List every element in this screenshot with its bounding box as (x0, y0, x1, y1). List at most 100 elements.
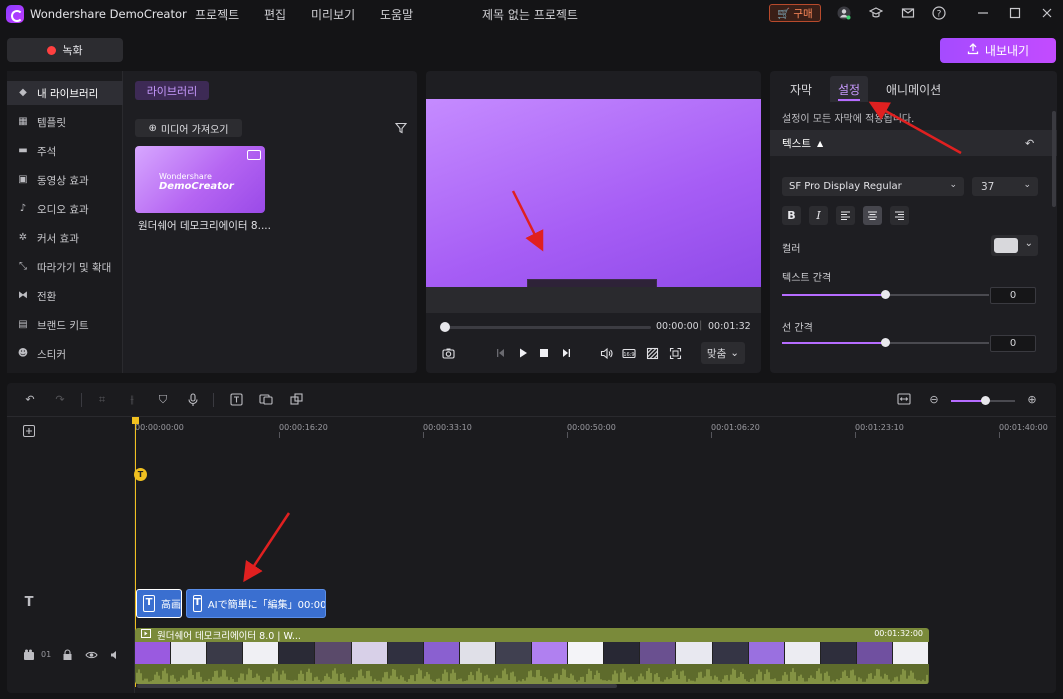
color-swatch (994, 238, 1018, 253)
menu-project[interactable]: 프로젝트 (195, 6, 239, 23)
letter-spacing-handle[interactable] (881, 290, 890, 299)
text-clip-icon: T (193, 595, 202, 612)
redo-icon[interactable]: ↷ (53, 393, 67, 407)
timeline-marker[interactable]: T (134, 468, 147, 481)
reset-icon[interactable]: ↶ (1025, 137, 1037, 150)
timeline-scrollbar[interactable] (137, 684, 617, 688)
video-clip[interactable]: 원더쉐어 데모크리에이터 8.0 | W... 00:01:32:00 (135, 628, 929, 684)
seek-bar[interactable] (444, 326, 651, 329)
time-total: 00:01:32 (708, 321, 751, 332)
sidebar-item-transitions[interactable]: ⧓ 전환 (7, 284, 123, 308)
sidebar-item-templates[interactable]: ▦ 템플릿 (7, 110, 123, 134)
tab-subtitles[interactable]: 자막 (790, 81, 812, 98)
add-track-icon[interactable] (23, 425, 35, 437)
play-icon[interactable] (516, 347, 530, 361)
sidebar-item-annotations[interactable]: ▬ 주석 (7, 139, 123, 163)
preview-letterbox (426, 287, 761, 313)
sidebar-item-audio-effects[interactable]: ♪ 오디오 효과 (7, 197, 123, 221)
line-spacing-handle[interactable] (881, 338, 890, 347)
align-center-button[interactable] (863, 206, 882, 225)
menu-edit[interactable]: 편집 (264, 6, 286, 23)
buy-button[interactable]: 🛒 구매 (769, 4, 821, 22)
mail-icon[interactable] (901, 6, 915, 20)
quality-icon[interactable] (645, 347, 659, 361)
text-clip-label: AIで簡単に「編集」00:00 (207, 600, 326, 611)
record-label: 녹화 (62, 44, 83, 57)
plus-circle-icon: ⊕ (148, 122, 157, 134)
text-section-header[interactable]: 텍스트 ▲ ↶ (770, 130, 1057, 156)
text-tool-icon[interactable] (229, 393, 243, 407)
align-left-button[interactable] (836, 206, 855, 225)
crop-icon[interactable]: ⌗ (95, 393, 109, 407)
text-clip[interactable]: T AIで簡単に「編集」00:00 (186, 589, 326, 618)
marker-icon[interactable]: ⛉ (156, 393, 170, 407)
mute-icon[interactable] (109, 649, 121, 661)
caption-tool-icon[interactable] (259, 393, 273, 407)
letter-spacing-input[interactable]: 0 (990, 287, 1036, 304)
cursor-effect-icon: ✲ (18, 232, 28, 243)
caret-up-icon: ▲ (816, 138, 824, 148)
font-size-dropdown[interactable]: 37 ⌄ (972, 177, 1038, 196)
text-clip-icon: T (143, 595, 155, 612)
stop-icon[interactable] (537, 347, 551, 361)
properties-scrollbar[interactable] (1052, 111, 1056, 207)
seek-handle[interactable] (440, 322, 450, 332)
sidebar-item-stickers[interactable]: ☻ 스티커 (7, 342, 123, 366)
filter-icon[interactable] (394, 122, 408, 134)
import-media-button[interactable]: ⊕ 미디어 가져오기 (135, 119, 242, 137)
preview-canvas[interactable]: 高画質に「録画」 (426, 99, 761, 311)
tab-animation[interactable]: 애니메이션 (886, 81, 941, 98)
microphone-icon[interactable] (186, 393, 200, 407)
lock-icon[interactable] (61, 649, 73, 661)
menu-preview[interactable]: 미리보기 (311, 6, 355, 23)
align-right-button[interactable] (890, 206, 909, 225)
italic-button[interactable]: I (809, 206, 828, 225)
fit-timeline-icon[interactable] (897, 393, 911, 407)
zoom-in-icon[interactable]: ⊕ (1025, 393, 1039, 407)
media-thumbnail[interactable]: Wondershare DemoCreator (135, 146, 265, 213)
group-icon[interactable] (290, 393, 304, 407)
text-clip-label: 高画 (161, 600, 181, 611)
export-button[interactable]: 내보내기 (940, 38, 1056, 63)
timeline-ruler[interactable]: 00:00:00:00 00:00:16:20 00:00:33:10 00:0… (135, 417, 1056, 439)
sidebar-item-brand-kit[interactable]: ▤ 브랜드 키트 (7, 313, 123, 337)
aspect-ratio-icon[interactable]: 16:9 (622, 347, 636, 361)
minimize-icon[interactable] (976, 6, 990, 20)
text-clip[interactable]: T 高画 (136, 589, 182, 618)
sidebar-item-label: 스티커 (37, 348, 66, 361)
fit-dropdown[interactable]: 맞춤 ⌄ (701, 342, 745, 364)
next-frame-icon[interactable] (559, 347, 573, 361)
sidebar-item-cursor-effects[interactable]: ✲ 커서 효과 (7, 226, 123, 250)
sidebar-item-zoom-follow[interactable]: ⤡ 따라가기 및 확대 (7, 255, 123, 279)
bold-button[interactable]: B (782, 206, 801, 225)
sidebar-item-video-effects[interactable]: ▣ 동영상 효과 (7, 168, 123, 192)
undo-icon[interactable]: ↶ (23, 393, 37, 407)
menu-help[interactable]: 도움말 (380, 6, 413, 23)
close-icon[interactable] (1040, 6, 1054, 20)
tutorial-icon[interactable] (868, 6, 884, 20)
maximize-icon[interactable] (1008, 6, 1022, 20)
help-icon[interactable]: ? (932, 6, 946, 20)
ruler-label: 00:01:23:10 (855, 423, 904, 432)
color-picker[interactable]: ⌄ (991, 235, 1038, 256)
playhead-handle[interactable] (132, 417, 139, 424)
prev-frame-icon[interactable] (494, 347, 508, 361)
font-family-dropdown[interactable]: SF Pro Display Regular ⌄ (782, 177, 964, 196)
volume-icon[interactable] (599, 347, 613, 361)
library-tab[interactable]: 라이브러리 (135, 81, 209, 100)
properties-panel: 자막 설정 애니메이션 설정이 모든 자막에 적용됩니다. 텍스트 ▲ ↶ SF… (770, 71, 1057, 373)
eye-icon[interactable] (85, 649, 98, 661)
fullscreen-icon[interactable] (668, 347, 682, 361)
account-icon[interactable] (837, 6, 851, 20)
app-logo (6, 5, 24, 23)
sidebar-item-my-library[interactable]: ◆ 내 라이브러리 (7, 81, 123, 105)
sidebar-item-label: 동영상 효과 (37, 174, 89, 187)
line-spacing-input[interactable]: 0 (990, 335, 1036, 352)
tab-settings[interactable]: 설정 (838, 81, 860, 98)
zoom-out-icon[interactable]: ⊖ (927, 393, 941, 407)
record-button[interactable]: 녹화 (7, 38, 123, 62)
svg-text:16:9: 16:9 (623, 352, 634, 358)
zoom-handle[interactable] (981, 396, 990, 405)
snapshot-icon[interactable] (441, 347, 455, 361)
split-icon[interactable]: ⫲ (125, 393, 139, 407)
